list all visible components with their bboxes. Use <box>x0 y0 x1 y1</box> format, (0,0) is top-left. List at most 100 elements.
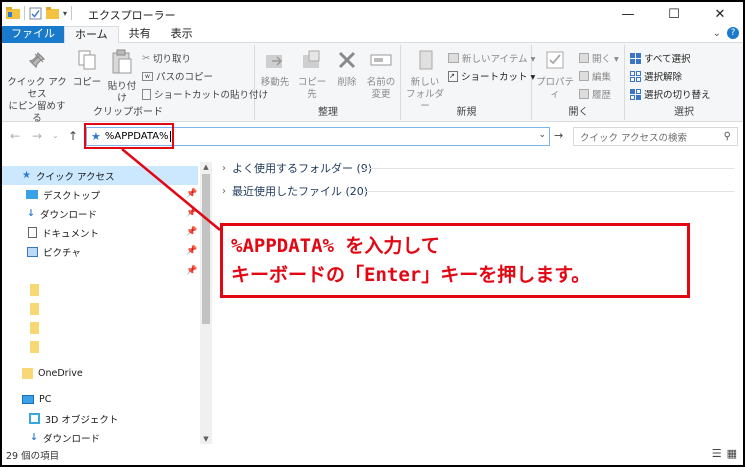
navigation-pane: ★ クイック アクセス デスクトップ 📌 ↓ ダウンロード 📌 ドキュメント 📌… <box>2 162 212 445</box>
move-to-icon <box>266 55 283 68</box>
frequent-folders-group[interactable]: › よく使用するフォルダー (9) <box>222 160 372 176</box>
pin-icon[interactable]: 📌 <box>186 246 197 256</box>
scroll-up-icon[interactable]: ▲ <box>200 163 212 171</box>
back-arrow-icon[interactable]: ← <box>10 129 20 143</box>
open-button[interactable]: 開く ▾ <box>579 51 619 65</box>
collapse-ribbon-icon[interactable]: ⌄ <box>713 28 721 39</box>
nav-label: 3D オブジェクト <box>45 414 119 426</box>
edit-label: 編集 <box>592 72 612 83</box>
clipboard-group-label: クリップボード <box>93 107 163 118</box>
new-item-button[interactable]: 新しいアイテム ▾ <box>448 51 535 65</box>
nav-item-folder[interactable] <box>2 299 39 318</box>
cube-3d-icon <box>29 413 40 424</box>
copy-path-label: パスのコピー <box>156 72 214 83</box>
paste-shortcut-button[interactable]: ショートカットの貼り付け <box>142 87 268 101</box>
copy-to-label: コピー先 <box>297 77 327 100</box>
nav-item-desktop[interactable]: デスクトップ <box>2 185 100 204</box>
scroll-down-icon[interactable]: ▼ <box>200 435 212 443</box>
document-icon <box>28 227 37 238</box>
status-bar: 29 個の項目 <box>2 444 743 465</box>
select-none-button[interactable]: 選択解除 <box>630 69 682 83</box>
select-all-label: すべて選択 <box>644 54 691 65</box>
folder-icon <box>30 321 39 334</box>
scroll-thumb[interactable] <box>202 174 210 324</box>
move-to-button[interactable]: 移動先 <box>258 49 292 89</box>
address-dropdown-icon[interactable]: ⌄ <box>538 130 546 140</box>
nav-label: ダウンロード <box>39 209 97 221</box>
select-all-icon <box>630 52 641 64</box>
go-arrow-icon[interactable]: → <box>554 129 563 142</box>
folder-icon <box>30 340 39 353</box>
properties-button[interactable]: プロパティ <box>535 49 575 101</box>
cut-button[interactable]: ✂ 切り取り <box>142 51 191 66</box>
nav-item-quick-access[interactable]: ★ クイック アクセス <box>2 166 198 185</box>
group-divider <box>364 191 734 192</box>
pin-icon <box>28 51 46 69</box>
search-input[interactable]: クイック アクセスの検索 ⚲ <box>573 127 738 146</box>
large-icons-view-icon[interactable]: ▦ <box>727 447 737 460</box>
nav-scrollbar[interactable]: ▲ ▼ <box>200 162 212 444</box>
folder-icon <box>30 302 39 315</box>
recent-locations-icon[interactable]: ⌄ <box>52 131 59 140</box>
nav-item-documents[interactable]: ドキュメント <box>2 223 99 242</box>
nav-item-folder[interactable] <box>2 280 39 299</box>
shortcut-button[interactable]: ↗ ショートカット ▾ <box>448 69 535 83</box>
tab-file[interactable]: ファイル <box>2 26 64 43</box>
invert-selection-label: 選択の切り替え <box>644 90 711 101</box>
nav-item-onedrive[interactable]: OneDrive <box>2 364 83 383</box>
maximize-button[interactable]: ☐ <box>651 2 697 26</box>
search-placeholder: クイック アクセスの検索 <box>580 132 688 144</box>
folder-app-icon <box>6 7 20 19</box>
copy-to-button[interactable]: コピー先 <box>294 49 330 101</box>
tab-home[interactable]: ホーム <box>64 26 119 44</box>
pin-icon[interactable]: 📌 <box>186 227 197 237</box>
view-switcher: ☰ ▦ <box>712 447 737 460</box>
select-all-button[interactable]: すべて選択 <box>630 51 690 65</box>
nav-item-3d-objects[interactable]: 3D オブジェクト <box>2 409 118 428</box>
pin-icon[interactable]: 📌 <box>186 189 197 199</box>
up-arrow-icon[interactable]: ↑ <box>68 129 78 143</box>
paste-shortcut-icon <box>142 88 151 100</box>
open-group: プロパティ 開く ▾ 編集 履歴 開く <box>533 45 625 120</box>
copy-icon <box>78 50 96 70</box>
delete-label: 削除 <box>337 77 357 88</box>
details-view-icon[interactable]: ☰ <box>712 447 722 460</box>
close-button[interactable]: ✕ <box>697 2 743 26</box>
recent-files-label: 最近使用したファイル (20) <box>232 185 369 198</box>
delete-x-icon <box>338 51 356 69</box>
nav-label: OneDrive <box>38 368 83 379</box>
copy-button[interactable]: コピー <box>72 49 102 89</box>
pin-icon[interactable]: 📌 <box>186 266 197 276</box>
invert-selection-icon <box>630 88 641 100</box>
nav-item-folder[interactable] <box>2 337 39 356</box>
forward-arrow-icon[interactable]: → <box>32 129 42 143</box>
open-group-label: 開く <box>568 107 589 118</box>
nav-item-folder[interactable] <box>2 318 39 337</box>
instruction-callout: %APPDATA% を入力して キーボードの「Enter」キーを押します。 <box>220 223 690 298</box>
nav-item-pc[interactable]: PC <box>2 390 51 409</box>
copy-path-button[interactable]: w パスのコピー <box>142 69 213 83</box>
qat-dropdown-icon[interactable]: ▾ <box>63 9 67 18</box>
properties-check-icon[interactable] <box>29 7 42 20</box>
delete-button[interactable]: 削除 <box>332 49 362 89</box>
invert-selection-button[interactable]: 選択の切り替え <box>630 87 711 101</box>
minimize-button[interactable]: — <box>605 2 651 26</box>
history-icon <box>579 89 589 99</box>
nav-item-downloads[interactable]: ↓ ダウンロード <box>2 204 97 223</box>
qat-separator <box>24 6 25 20</box>
new-folder-qat-icon[interactable] <box>46 7 59 19</box>
nav-label: ドキュメント <box>42 228 100 240</box>
tab-share[interactable]: 共有 <box>119 26 161 43</box>
nav-item-pictures[interactable]: ピクチャ <box>2 242 81 261</box>
pin-icon[interactable]: 📌 <box>186 208 197 218</box>
help-icon[interactable]: ? <box>727 27 739 39</box>
rename-button[interactable]: 名前の 変更 <box>364 49 398 101</box>
star-icon: ★ <box>22 170 31 181</box>
edit-button[interactable]: 編集 <box>579 69 611 83</box>
paste-button[interactable]: 貼り付け <box>104 49 140 105</box>
recent-files-group[interactable]: › 最近使用したファイル (20) <box>222 183 368 199</box>
history-button[interactable]: 履歴 <box>579 87 611 101</box>
paste-icon <box>112 49 132 74</box>
select-group: すべて選択 選択解除 選択の切り替え 選択 <box>626 45 742 120</box>
tab-view[interactable]: 表示 <box>161 26 203 43</box>
